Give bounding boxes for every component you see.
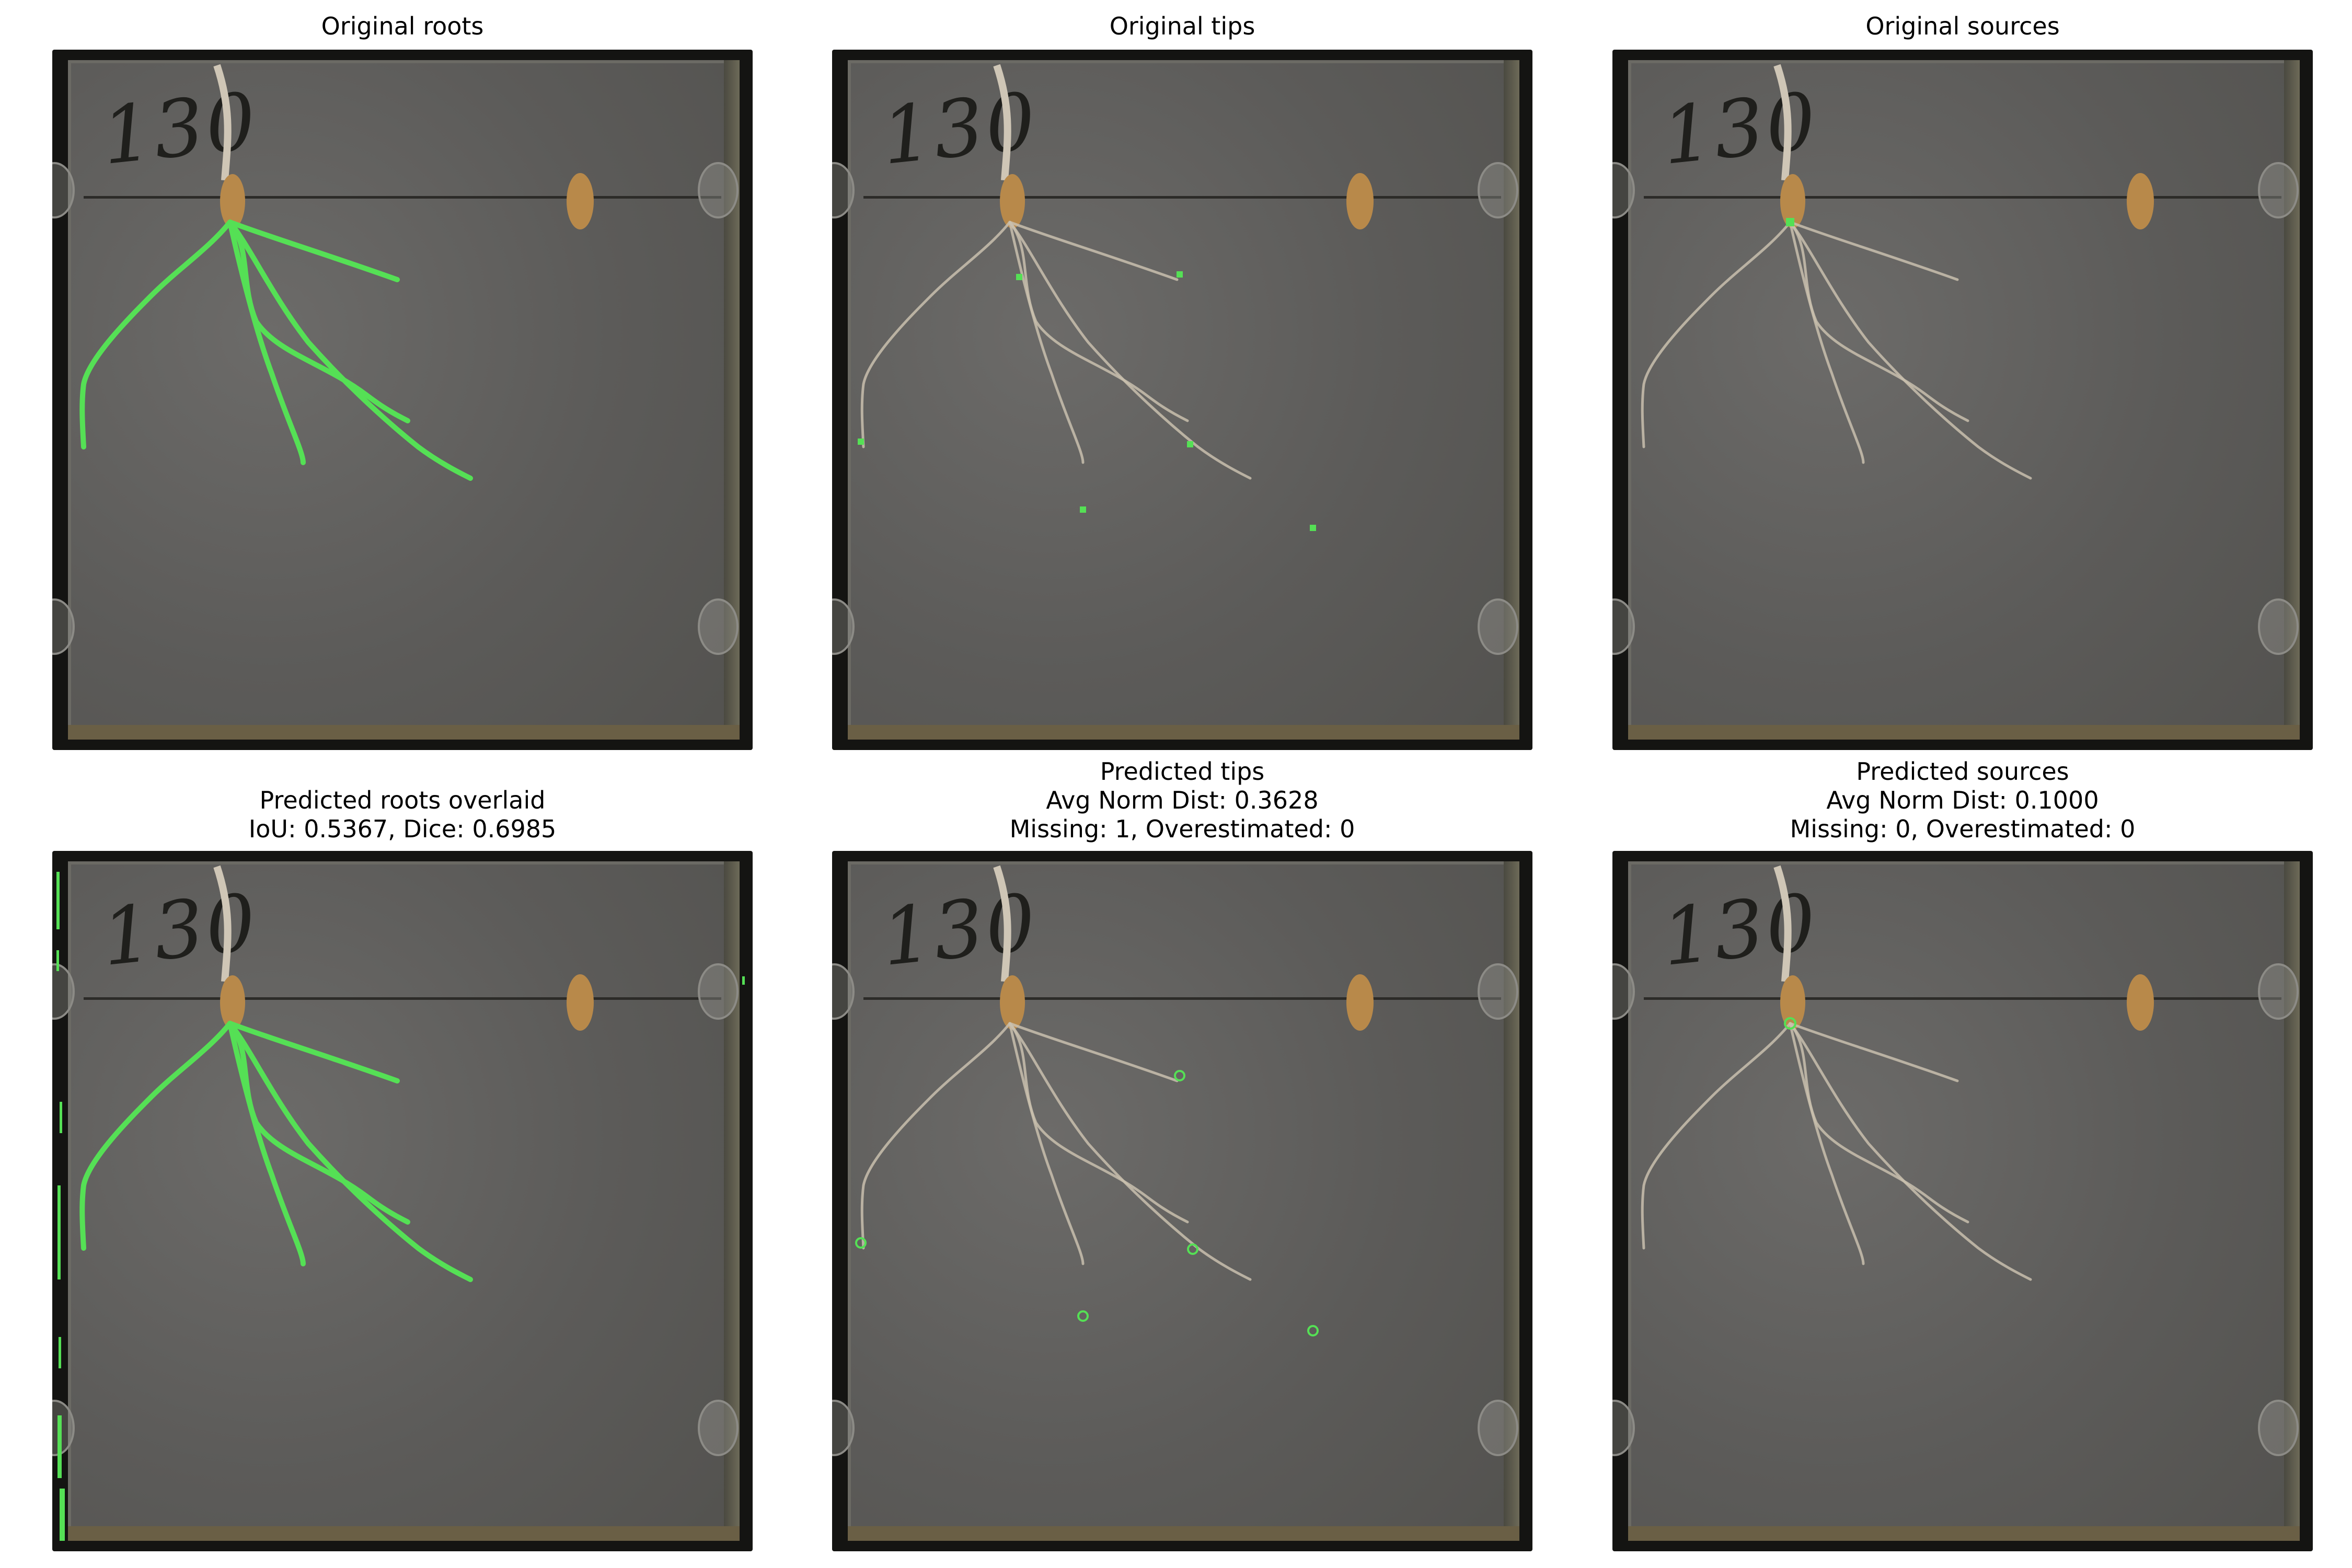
ground-truth-source-marker [1786, 218, 1794, 226]
root-overlay-svg [1641, 865, 2154, 1281]
root-overlay-svg [855, 865, 1374, 1336]
ground-truth-tip-marker [1187, 441, 1193, 447]
root-overlay-svg [1641, 64, 2154, 480]
seedling-shoot [213, 865, 232, 982]
germinated-seed [1780, 975, 1805, 1030]
root [1641, 221, 1792, 448]
predicted-tip-marker [1187, 1243, 1198, 1255]
panel-predicted-tips: 130 [832, 851, 1532, 1551]
root-mask-segment [227, 220, 306, 465]
title-predicted-sources-line3: Missing: 0, Overestimated: 0 [1790, 815, 2136, 843]
ground-truth-tip-marker [858, 439, 864, 445]
root-mask-segment [79, 1021, 233, 1251]
seedling-shoot [993, 64, 1011, 181]
root [860, 1022, 1011, 1250]
seedling-shoot [993, 865, 1011, 982]
root-mask-segment [227, 220, 400, 282]
root [1789, 1022, 1959, 1082]
germinated-seed [1000, 174, 1025, 228]
root [1789, 221, 2032, 480]
root [1008, 1022, 1252, 1281]
ground-truth-tip-marker [1310, 525, 1316, 531]
root [1641, 1022, 1792, 1250]
panel-original-tips: 130 [832, 50, 1532, 750]
title-predicted-roots-line1: Predicted roots overlaid [259, 786, 546, 814]
seedling-shoot [213, 64, 232, 181]
root-overlay-svg [56, 865, 745, 1541]
root [1008, 1022, 1085, 1265]
panel-predicted-sources: 130 [1612, 851, 2313, 1551]
ground-truth-tip-marker [1016, 274, 1022, 280]
title-predicted-tips-line3: Missing: 1, Overestimated: 0 [1009, 815, 1355, 843]
seedling-shoot [1773, 64, 1792, 181]
panel-predicted-roots: 130 [52, 851, 753, 1551]
title-predicted-sources-line1: Predicted sources [1856, 757, 2069, 786]
false-positive-fragment [742, 976, 745, 985]
germinated-seed [220, 174, 245, 228]
title-predicted-tips-line2: Avg Norm Dist: 0.3628 [1046, 786, 1319, 814]
root [1789, 1022, 1865, 1265]
ungerminated-seed [1346, 974, 1374, 1031]
predicted-tip-marker [1077, 1310, 1089, 1322]
root [1008, 1022, 1179, 1082]
ungerminated-seed [1346, 173, 1374, 229]
panel-original-sources: 130 [1612, 50, 2313, 750]
title-original-roots: Original roots [321, 12, 484, 40]
predicted-tip-marker [1307, 1325, 1319, 1336]
title-predicted-sources-line2: Avg Norm Dist: 0.1000 [1826, 786, 2099, 814]
root [1789, 221, 1959, 281]
germinated-seed [1000, 975, 1025, 1030]
false-positive-fragment [56, 950, 59, 971]
root [1789, 221, 1865, 464]
root-mask-segment [79, 220, 233, 449]
title-original-tips: Original tips [1109, 12, 1255, 40]
false-positive-fragment [57, 1415, 62, 1478]
root [1789, 1022, 2032, 1281]
root-overlay-svg [79, 64, 594, 481]
germinated-seed [220, 975, 245, 1030]
false-positive-fragment [60, 1489, 65, 1541]
false-positive-fragment [60, 1102, 62, 1133]
root-overlay-svg [858, 64, 1374, 531]
false-positive-fragment [57, 1185, 61, 1279]
root [1008, 221, 1179, 281]
root [1008, 221, 1252, 480]
title-predicted-tips-line1: Predicted tips [1100, 757, 1265, 786]
panel-original-roots: 130 [52, 50, 753, 750]
root [1008, 221, 1085, 464]
false-positive-fragment [56, 872, 60, 929]
root-mask-segment [227, 1021, 306, 1266]
ungerminated-seed [2127, 974, 2154, 1031]
false-positive-fragment [59, 1337, 61, 1368]
title-predicted-roots-line2: IoU: 0.5367, Dice: 0.6985 [248, 815, 557, 843]
ungerminated-seed [567, 173, 594, 229]
seedling-shoot [1773, 865, 1792, 982]
ungerminated-seed [567, 974, 594, 1031]
predicted-tip-marker [1174, 1070, 1185, 1081]
root [860, 221, 1011, 448]
ground-truth-tip-marker [1177, 271, 1183, 278]
ground-truth-tip-marker [1080, 506, 1086, 513]
title-original-sources: Original sources [1865, 12, 2060, 40]
root-mask-segment [227, 1021, 400, 1083]
ungerminated-seed [2127, 173, 2154, 229]
